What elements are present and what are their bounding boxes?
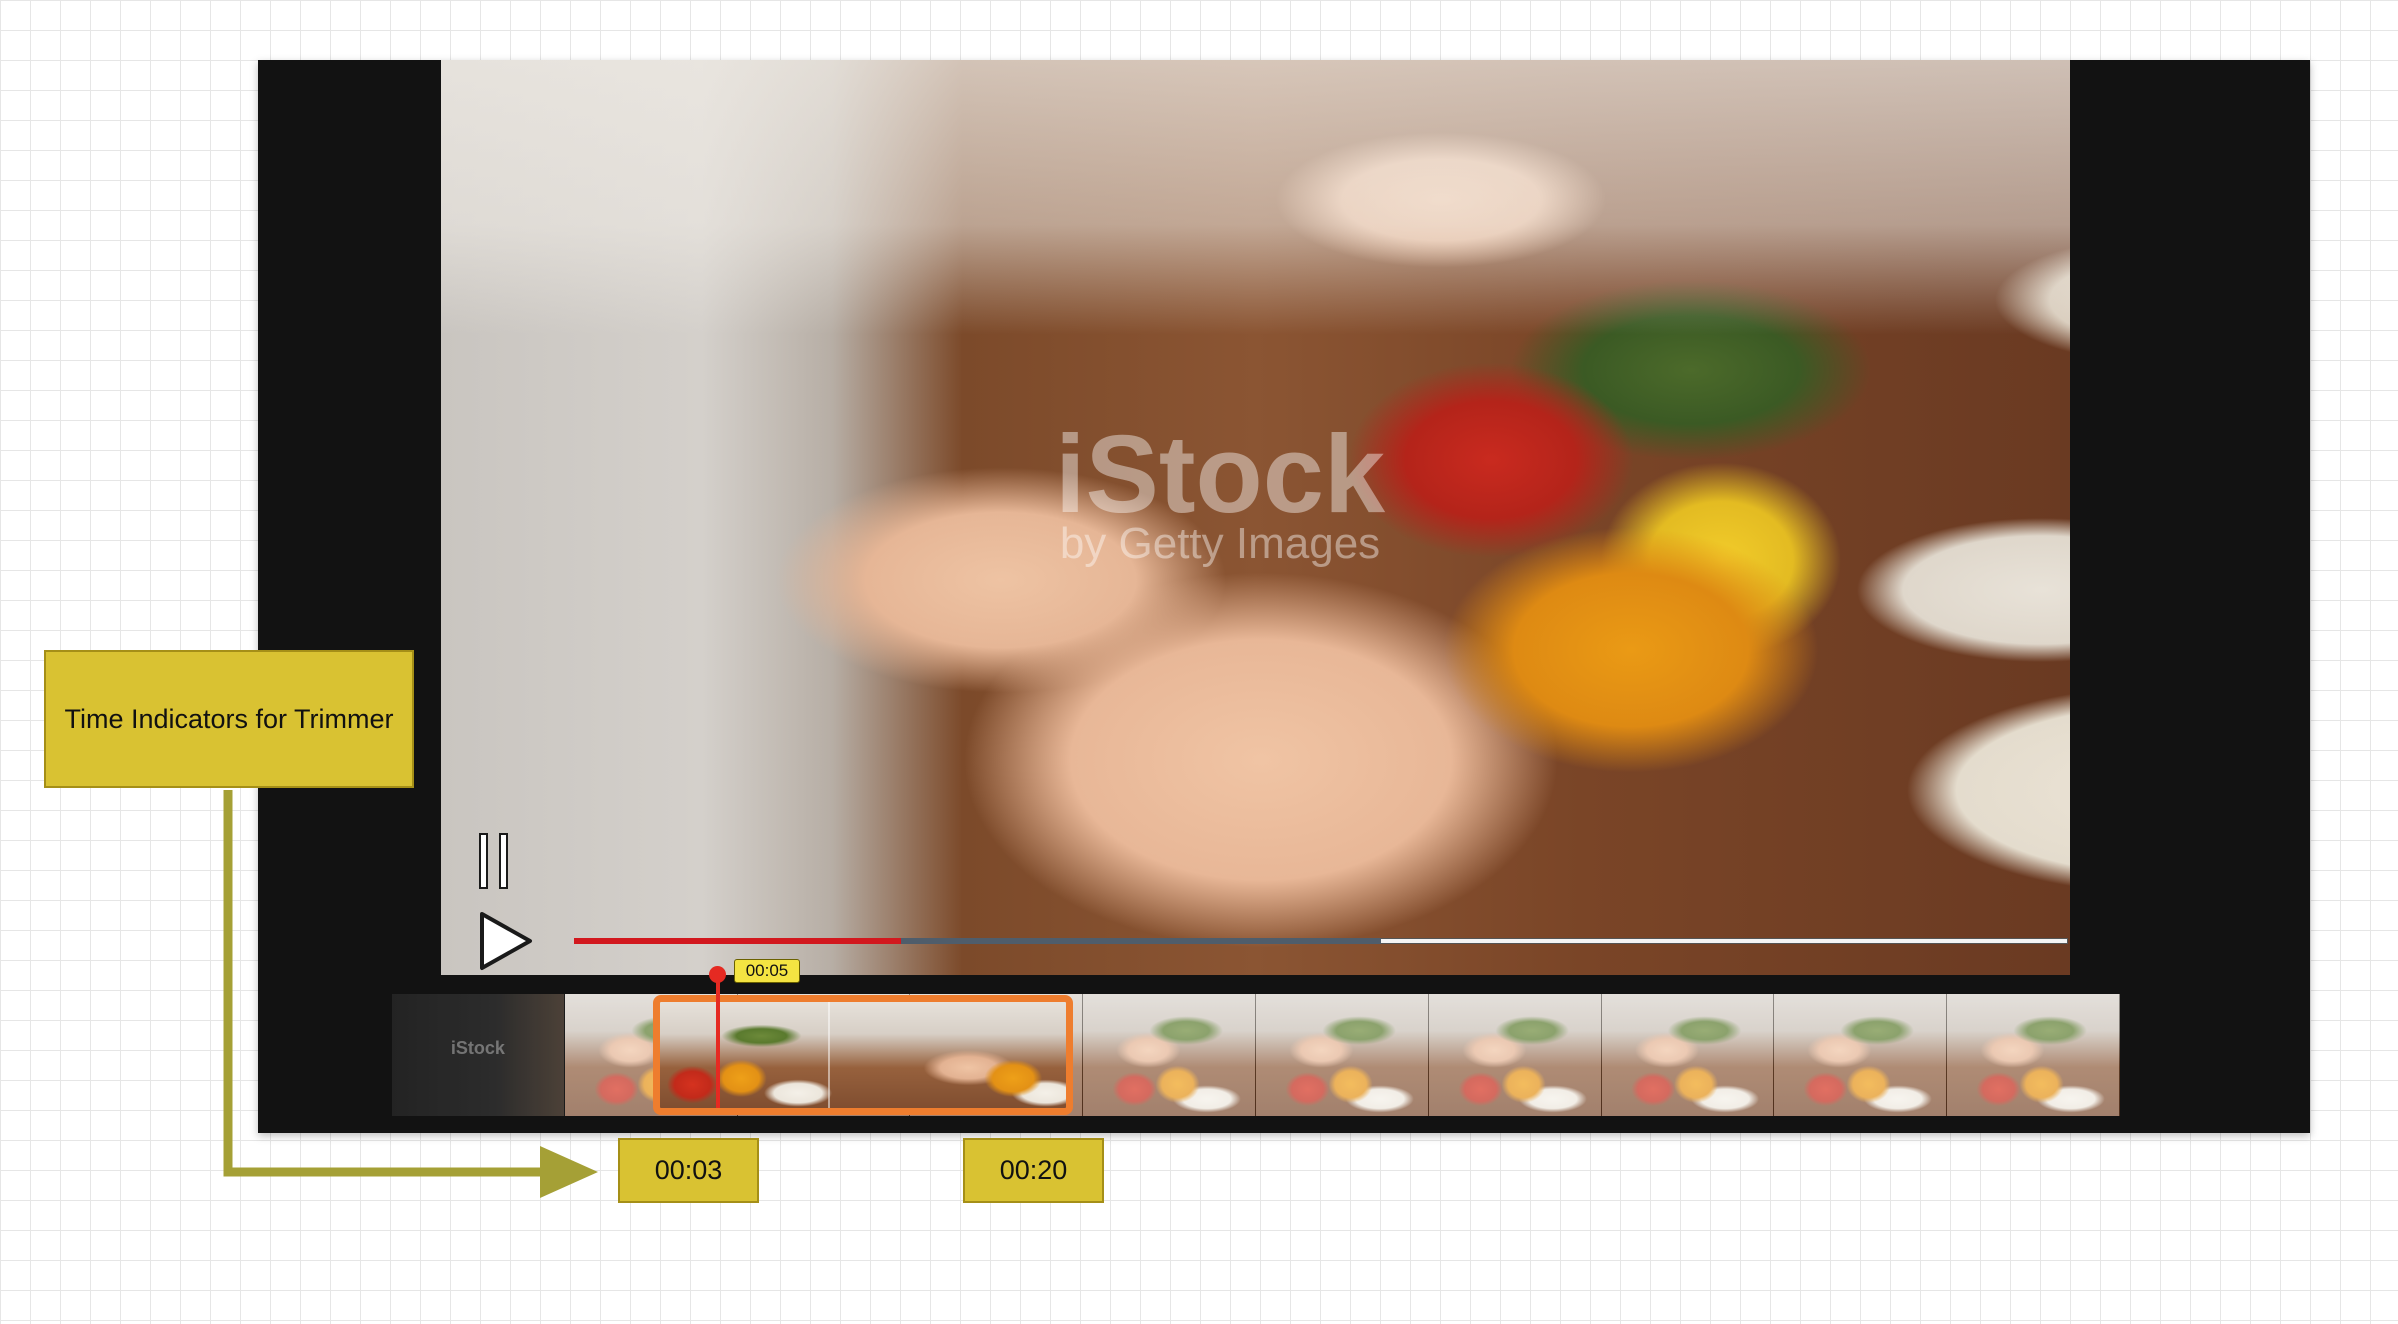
play-button[interactable] [478, 910, 538, 972]
play-icon [480, 912, 532, 970]
connector-arrowhead-icon [540, 1146, 598, 1198]
filmstrip-frame[interactable] [1774, 994, 1948, 1116]
watermark-brand: iStock [1054, 413, 1386, 536]
filmstrip-frame[interactable] [1947, 994, 2120, 1116]
trimmer-filmstrip[interactable]: iStock [392, 994, 2120, 1116]
selection-frame-divider [828, 1002, 830, 1108]
progress-played [574, 938, 901, 944]
pause-icon [479, 833, 488, 889]
filmstrip-frame[interactable]: iStock [392, 994, 565, 1116]
pause-button[interactable] [479, 833, 519, 891]
trim-start-time: 00:03 [618, 1138, 759, 1203]
annotation-label: Time Indicators for Trimmer [44, 650, 414, 788]
pause-icon-bar [499, 833, 508, 889]
filmstrip-frame[interactable] [1083, 994, 1256, 1116]
filmstrip-frame[interactable] [1255, 994, 1429, 1116]
video-watermark: iStock by Getty Images [990, 420, 1450, 620]
playhead-handle[interactable] [709, 966, 726, 983]
filmstrip-frame-watermark: iStock [450, 1038, 505, 1058]
filmstrip-frame[interactable] [1428, 994, 1602, 1116]
filmstrip-frame[interactable] [1601, 994, 1775, 1116]
trim-end-time: 00:20 [963, 1138, 1104, 1203]
playhead-line[interactable] [716, 973, 720, 1108]
playhead-time-label: 00:05 [734, 959, 800, 983]
